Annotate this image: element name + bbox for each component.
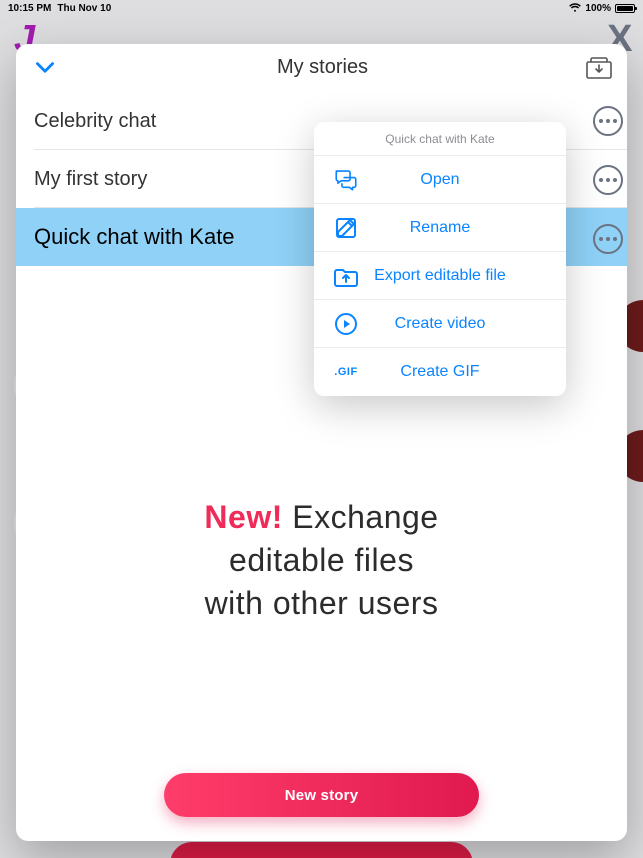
more-button[interactable] — [593, 106, 623, 136]
edit-icon — [330, 212, 362, 244]
wifi-icon — [569, 3, 581, 13]
story-name: My first story — [34, 168, 147, 191]
status-time: 10:15 PM — [8, 3, 51, 14]
menu-item-open[interactable]: Open — [314, 156, 566, 204]
story-name: Quick chat with Kate — [34, 224, 235, 250]
menu-item-label: Create GIF — [368, 363, 550, 381]
export-icon — [330, 260, 362, 292]
gif-icon: .GIF — [330, 356, 362, 388]
video-icon — [330, 308, 362, 340]
menu-item-label: Open — [368, 171, 550, 189]
battery-percent: 100% — [585, 3, 611, 14]
battery-icon — [615, 4, 635, 13]
more-button[interactable] — [593, 224, 623, 254]
promo-line3: with other users — [16, 582, 627, 625]
more-button[interactable] — [593, 165, 623, 195]
promo-new-label: New! — [204, 499, 282, 535]
menu-item-export[interactable]: Export editable file — [314, 252, 566, 300]
stories-modal: My stories Celebrity chat My first story… — [16, 44, 627, 841]
menu-item-label: Create video — [368, 315, 550, 333]
chat-icon — [330, 164, 362, 196]
story-name: Celebrity chat — [34, 110, 156, 133]
status-bar: 10:15 PM Thu Nov 10 100% — [0, 0, 643, 16]
modal-title: My stories — [60, 56, 585, 79]
promo-line2: editable files — [16, 539, 627, 582]
new-story-button[interactable]: New story — [164, 773, 479, 817]
context-menu: Quick chat with Kate Open Rename Export … — [314, 122, 566, 396]
menu-item-label: Rename — [368, 219, 550, 237]
menu-item-create-gif[interactable]: .GIF Create GIF — [314, 348, 566, 396]
promo-line1: Exchange — [283, 499, 439, 535]
menu-item-rename[interactable]: Rename — [314, 204, 566, 252]
promo-text: New! Exchange editable files with other … — [16, 496, 627, 626]
menu-item-create-video[interactable]: Create video — [314, 300, 566, 348]
context-menu-header: Quick chat with Kate — [314, 122, 566, 156]
bg-bottom-pill — [170, 842, 473, 858]
new-story-label: New story — [285, 787, 359, 804]
import-icon[interactable] — [585, 56, 613, 80]
collapse-button[interactable] — [30, 53, 60, 83]
modal-header: My stories — [16, 44, 627, 92]
menu-item-label: Export editable file — [368, 267, 550, 285]
status-date: Thu Nov 10 — [57, 3, 111, 14]
